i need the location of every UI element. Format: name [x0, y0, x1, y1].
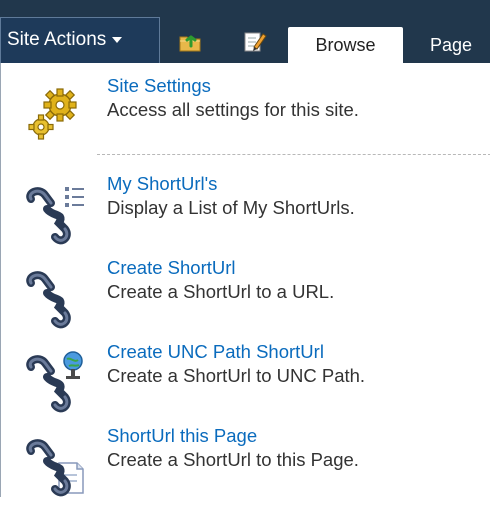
menu-item-create-unc-shorturl[interactable]: Create UNC Path ShortUrl Create a ShortU… [1, 341, 490, 421]
menu-item-shorturl-this-page[interactable]: ShortUrl this Page Create a ShortUrl to … [1, 425, 490, 505]
chain-list-icon [26, 187, 84, 245]
navigate-up-icon[interactable] [178, 28, 204, 54]
ribbon-bar: Site Actions Browse Page [0, 0, 490, 63]
menu-item-description: Create a ShortUrl to a URL. [107, 281, 335, 302]
edit-page-icon[interactable] [242, 28, 268, 54]
menu-item-description: Access all settings for this site. [107, 99, 359, 120]
menu-item-site-settings[interactable]: Site Settings Access all settings for th… [1, 75, 490, 155]
chevron-down-icon [112, 36, 123, 43]
menu-item-title[interactable]: My ShortUrl's [107, 173, 217, 195]
menu-separator [97, 154, 490, 155]
site-actions-menu: Site Settings Access all settings for th… [0, 63, 490, 497]
site-actions-label: Site Actions [7, 29, 107, 50]
menu-item-title[interactable]: Create UNC Path ShortUrl [107, 341, 324, 363]
chain-link-icon [26, 271, 71, 329]
site-actions-button[interactable]: Site Actions [0, 17, 160, 63]
menu-item-description: Create a ShortUrl to this Page. [107, 449, 359, 470]
chain-globe-icon [26, 351, 83, 413]
menu-item-title[interactable]: Site Settings [107, 75, 211, 97]
chain-page-icon [26, 439, 84, 497]
menu-item-description: Display a List of My ShortUrls. [107, 197, 355, 218]
menu-item-description: Create a ShortUrl to UNC Path. [107, 365, 366, 386]
gears-icon [28, 88, 77, 140]
tab-browse[interactable]: Browse [288, 27, 403, 63]
menu-item-create-shorturl[interactable]: Create ShortUrl Create a ShortUrl to a U… [1, 257, 490, 337]
menu-item-title[interactable]: Create ShortUrl [107, 257, 236, 279]
menu-item-my-shorturls[interactable]: My ShortUrl's Display a List of My Short… [1, 173, 490, 253]
menu-item-title[interactable]: ShortUrl this Page [107, 425, 257, 447]
tab-page[interactable]: Page [412, 27, 490, 63]
